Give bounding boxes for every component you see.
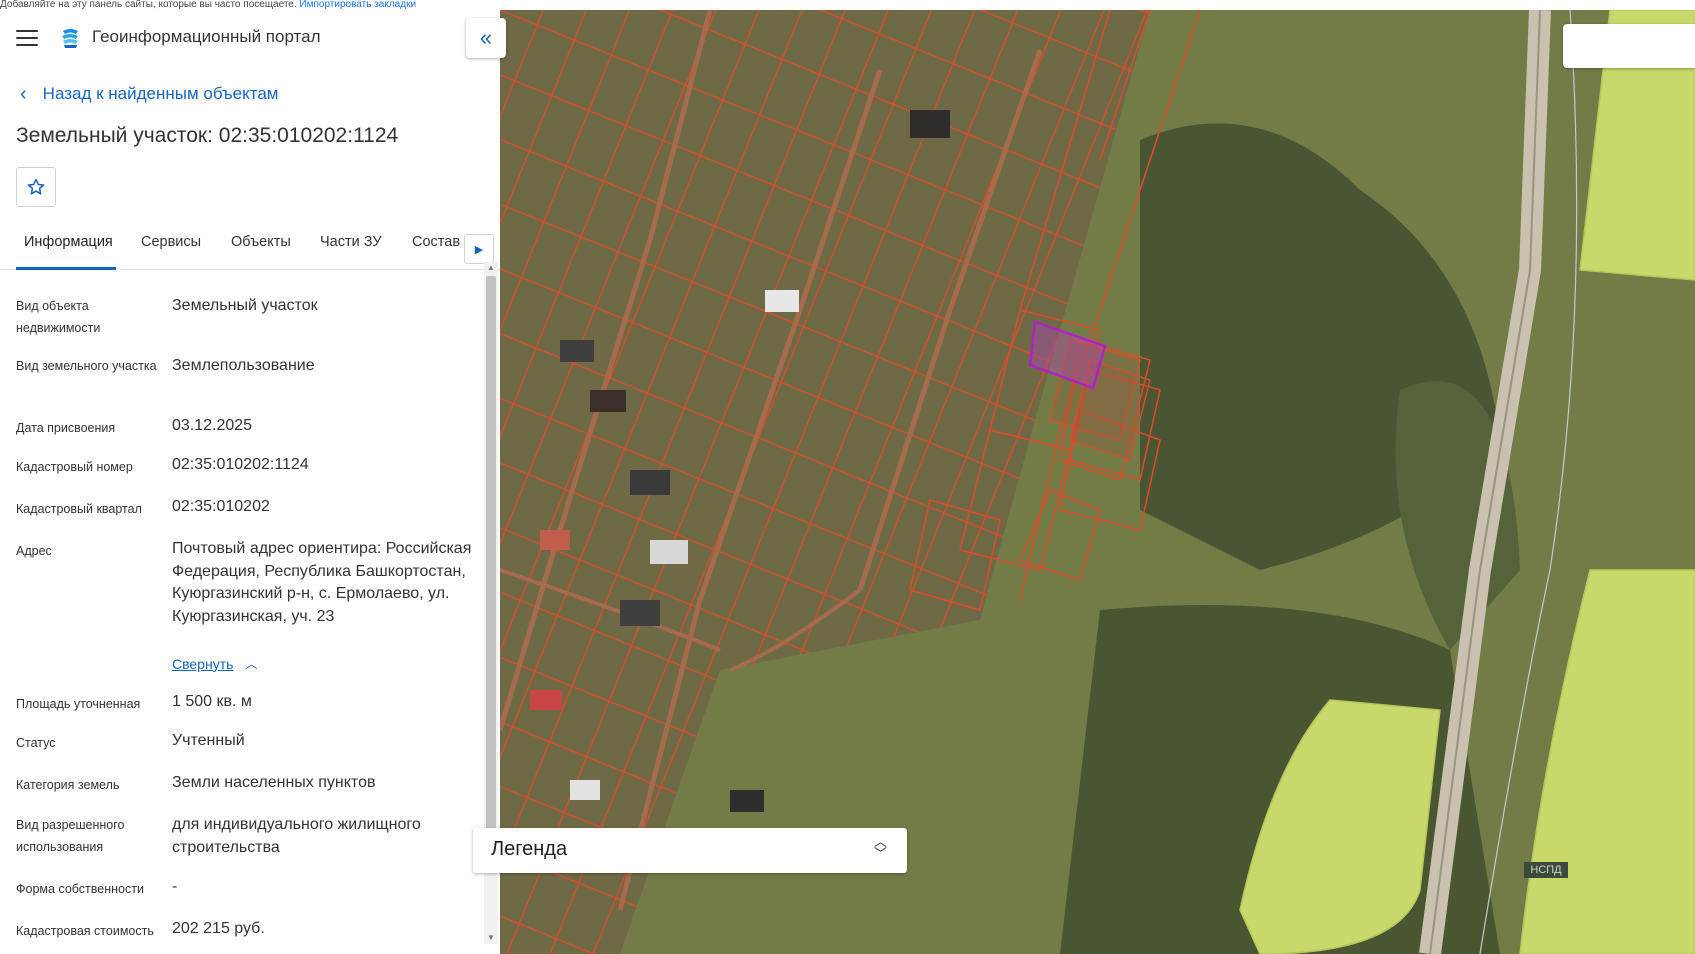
- bookmarks-bar: Добавляйте на эту панель сайты, которые …: [0, 0, 1695, 10]
- collapse-label[interactable]: Свернуть: [172, 656, 233, 672]
- info-value: 202 215 руб.: [172, 920, 265, 937]
- tab-composition[interactable]: Состав: [412, 234, 460, 250]
- object-title: Земельный участок: 02:35:010202:1124: [16, 124, 399, 147]
- tab-information[interactable]: Информация: [24, 234, 113, 250]
- back-to-results-link[interactable]: ‹ Назад к найденным объектам: [20, 84, 278, 104]
- portal-title: Геоинформационный портал: [92, 27, 321, 46]
- tab-bar: Информация Сервисы Объекты Части ЗУ Сост…: [0, 220, 500, 270]
- scroll-down-arrow-icon[interactable]: ▼: [484, 932, 498, 944]
- info-label: Кадастровая стоимость: [16, 924, 154, 938]
- back-link-label: Назад к найденным объектам: [42, 84, 279, 103]
- caret-right-icon[interactable]: ▶: [464, 234, 494, 264]
- hamburger-icon[interactable]: [16, 30, 38, 46]
- info-value: для индивидуального жилищного строительс…: [172, 816, 421, 856]
- info-label: Кадастровый номер: [16, 460, 133, 474]
- star-outline-icon: [27, 178, 45, 195]
- info-value: 03.12.2025: [172, 417, 253, 434]
- active-tab-indicator: [16, 267, 116, 270]
- info-value: 02:35:010202: [172, 498, 270, 515]
- portal-logo-icon: [62, 29, 78, 48]
- satellite-map: [500, 10, 1695, 954]
- info-label: Вид объекта недвижимости: [16, 299, 101, 335]
- info-value: 1 500 кв. м: [172, 693, 252, 710]
- collapse-address-link[interactable]: Свернуть ︿: [172, 655, 257, 672]
- info-label: Категория земель: [16, 778, 120, 792]
- tab-objects[interactable]: Объекты: [231, 234, 291, 250]
- info-panel: Геоинформационный портал ‹ Назад к найде…: [0, 10, 500, 954]
- info-value: 02:35:010202:1124: [172, 456, 309, 473]
- bookmarks-bar-text: Добавляйте на эту панель сайты, которые …: [0, 0, 297, 10]
- map-view[interactable]: [500, 10, 1695, 954]
- favorite-button[interactable]: [16, 167, 56, 207]
- legend-label: Легенда: [491, 838, 568, 860]
- map-search-box[interactable]: [1563, 24, 1695, 68]
- import-bookmarks-link[interactable]: Импортировать закладки: [299, 0, 416, 10]
- chevron-up-down-icon: ︿ ﹀: [873, 834, 887, 861]
- info-label: Вид разрешенного использования: [16, 818, 125, 854]
- info-value: Землепользование: [172, 357, 315, 374]
- info-value: Учтенный: [172, 732, 245, 749]
- chevron-left-icon: ‹: [20, 82, 27, 105]
- portal-header: Геоинформационный портал: [0, 10, 500, 66]
- info-label: Вид земельного участка: [16, 359, 157, 373]
- address-value: Почтовый адрес ориентира: Российская Фед…: [172, 540, 472, 625]
- info-label: Статус: [16, 736, 56, 750]
- info-label: Кадастровый квартал: [16, 502, 142, 516]
- info-label: Форма собственности: [16, 882, 144, 896]
- info-value: Земли населенных пунктов: [172, 774, 376, 791]
- info-label: Адрес: [16, 544, 52, 558]
- scroll-up-arrow-icon[interactable]: ▲: [484, 262, 498, 274]
- double-chevron-left-icon[interactable]: «: [466, 18, 506, 58]
- tab-services[interactable]: Сервисы: [141, 234, 201, 250]
- scroll-thumb[interactable]: [486, 276, 496, 836]
- chevron-up-icon: ︿: [245, 657, 258, 671]
- info-value: Земельный участок: [172, 297, 318, 314]
- nspd-badge: НСПД: [1524, 862, 1568, 878]
- tab-land-parts[interactable]: Части ЗУ: [320, 234, 382, 250]
- legend-dropdown[interactable]: Легенда ︿ ﹀: [473, 828, 907, 873]
- info-value: -: [172, 878, 178, 895]
- info-label: Площадь уточненная: [16, 697, 141, 711]
- info-label: Дата присвоения: [16, 421, 116, 435]
- info-list: Вид объекта недвижимости Земельный участ…: [0, 272, 484, 954]
